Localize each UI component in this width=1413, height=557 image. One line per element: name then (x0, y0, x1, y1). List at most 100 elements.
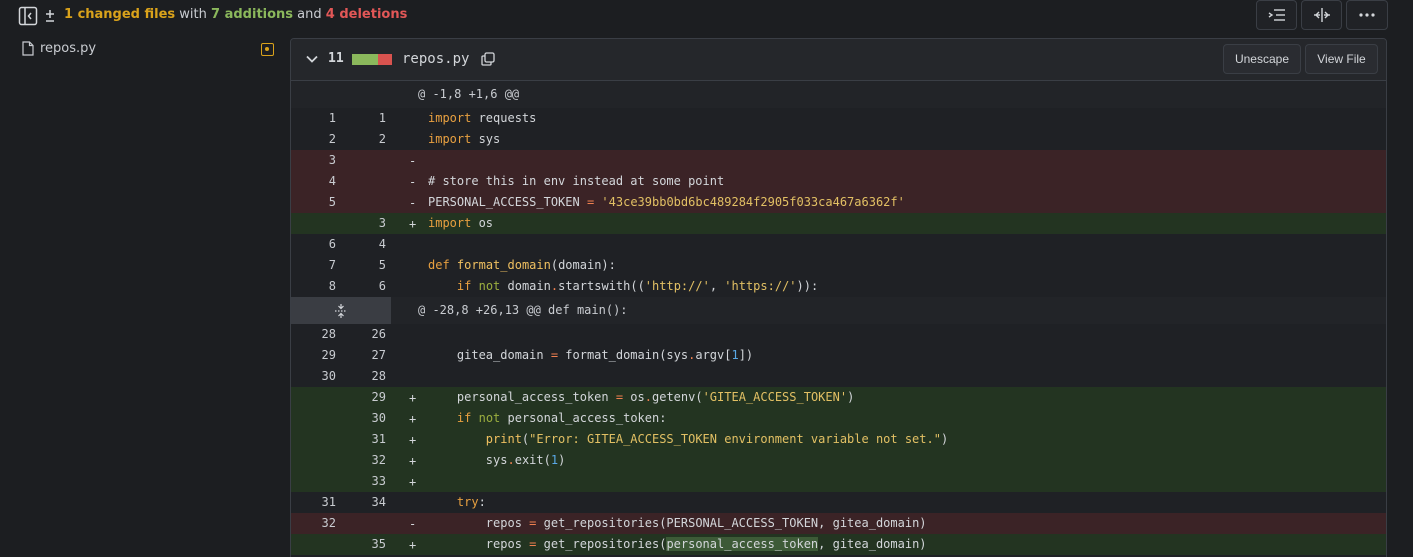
diff-line-deleted: 32 - repos = get_repositories(PERSONAL_A… (291, 513, 1386, 534)
code-line: # store this in env instead at some poin… (428, 174, 725, 188)
diff-marker: + (409, 475, 417, 489)
hunk-header-text: @ -28,8 +26,13 @@ def main(): (418, 303, 628, 317)
old-line-number[interactable]: 29 (291, 345, 336, 366)
diff-marker: - (409, 154, 417, 168)
old-line-number[interactable]: 32 (291, 513, 336, 534)
new-line-number[interactable]: 1 (341, 108, 386, 129)
code-line: personal_access_token = os.getenv('GITEA… (428, 390, 855, 404)
diff-line-added: 32 + sys.exit(1) (291, 450, 1386, 471)
diff-marker: + (409, 538, 417, 552)
old-line-number[interactable]: 4 (291, 171, 336, 192)
split-view-button[interactable] (1301, 0, 1342, 30)
diff-line-added: 30 + if not personal_access_token: (291, 408, 1386, 429)
new-line-number[interactable]: 31 (341, 429, 386, 450)
new-line-number[interactable]: 28 (341, 366, 386, 387)
diff-line-deleted: 5 - PERSONAL_ACCESS_TOKEN = '43ce39bb0bd… (291, 192, 1386, 213)
diff-line: 31 34 try: (291, 492, 1386, 513)
diff-marker: + (409, 391, 417, 405)
diff-line-added: 35 + repos = get_repositories(personal_a… (291, 534, 1386, 555)
diff-line: 8 6 if not domain.startswith(('http://',… (291, 276, 1386, 297)
diff-line: 28 26 (291, 324, 1386, 345)
code-line: def format_domain(domain): (428, 258, 616, 272)
show-whitespace-button[interactable] (1256, 0, 1297, 30)
diff-line: 29 27 gitea_domain = format_domain(sys.a… (291, 345, 1386, 366)
new-line-number[interactable]: 29 (341, 387, 386, 408)
old-line-number[interactable]: 2 (291, 129, 336, 150)
old-line-number[interactable]: 28 (291, 324, 336, 345)
diff-line-added: 31 + print("Error: GITEA_ACCESS_TOKEN en… (291, 429, 1386, 450)
old-line-number[interactable]: 6 (291, 234, 336, 255)
diff-marker: + (409, 217, 417, 231)
new-line-number[interactable]: 32 (341, 450, 386, 471)
new-line-number[interactable]: 30 (341, 408, 386, 429)
deletions-count: 4 deletions (325, 7, 408, 22)
diff-line: 2 2 import sys (291, 129, 1386, 150)
diff-marker: + (409, 454, 417, 468)
new-line-number[interactable]: 34 (341, 492, 386, 513)
diff-line-deleted: 4 - # store this in env instead at some … (291, 171, 1386, 192)
view-file-button[interactable]: View File (1305, 44, 1378, 74)
code-line: PERSONAL_ACCESS_TOKEN = '43ce39bb0bd6bc4… (428, 195, 905, 209)
new-line-number[interactable]: 3 (341, 213, 386, 234)
diff-line: 30 28 (291, 366, 1386, 387)
file-tree-item[interactable]: repos.py (22, 41, 96, 56)
hunk-header: @ -1,8 +1,6 @@ (291, 81, 1386, 108)
code-line: try: (456, 495, 486, 509)
code-line: print("Error: GITEA_ACCESS_TOKEN environ… (485, 432, 949, 446)
code-line: repos = get_repositories(PERSONAL_ACCESS… (428, 516, 927, 530)
code-line: import sys (428, 132, 501, 146)
hunk-header-text: @ -1,8 +1,6 @@ (418, 87, 520, 101)
old-line-number[interactable]: 31 (291, 492, 336, 513)
diff-line-deleted: 3 - (291, 150, 1386, 171)
diff-line: 7 5 def format_domain(domain): (291, 255, 1386, 276)
diff-marker: - (409, 175, 417, 189)
diff-stat-bar (352, 54, 392, 65)
diff-marker: - (409, 517, 417, 531)
summary-and: and (293, 7, 326, 22)
code-line: if not domain.startswith(('http://', 'ht… (456, 279, 819, 293)
code-line: repos = get_repositories(personal_access… (428, 537, 927, 551)
old-line-number[interactable]: 5 (291, 192, 336, 213)
old-line-number[interactable]: 1 (291, 108, 336, 129)
new-line-number[interactable]: 27 (341, 345, 386, 366)
file-icon (22, 41, 34, 56)
file-diff-header: 11 repos.py Unescape View File (291, 39, 1386, 81)
new-line-number[interactable]: 6 (341, 276, 386, 297)
diff-line-count: 11 (328, 51, 344, 66)
old-line-number[interactable]: 3 (291, 150, 336, 171)
new-line-number[interactable]: 35 (341, 534, 386, 555)
code-line: import os (428, 216, 494, 230)
diff-line: 6 4 (291, 234, 1386, 255)
diff-line-added: 33 + (291, 471, 1386, 492)
hunk-header: @ -28,8 +26,13 @@ def main(): (291, 297, 1386, 324)
new-line-number[interactable]: 26 (341, 324, 386, 345)
old-line-number[interactable]: 30 (291, 366, 336, 387)
old-line-number[interactable]: 8 (291, 276, 336, 297)
copy-path-icon[interactable] (481, 52, 495, 70)
unfold-icon (335, 303, 347, 318)
diff-file-name[interactable]: repos.py (402, 51, 469, 67)
toggle-file-tree-icon[interactable] (17, 5, 39, 27)
file-tree-item-label: repos.py (40, 41, 97, 56)
diff-marker: + (409, 433, 417, 447)
expand-lines-button[interactable] (291, 297, 391, 324)
file-diff: 11 repos.py Unescape View File @ -1,8 +1… (290, 38, 1387, 557)
diff-line-added: 29 + personal_access_token = os.getenv('… (291, 387, 1386, 408)
diff-line-added: 3 + import os (291, 213, 1386, 234)
file-modified-icon (261, 43, 274, 56)
code-line: if not personal_access_token: (456, 411, 667, 425)
new-line-number[interactable]: 4 (341, 234, 386, 255)
changed-files-count[interactable]: 1 changed files (64, 7, 175, 22)
diff-line: 1 1 import requests (291, 108, 1386, 129)
new-line-number[interactable]: 2 (341, 129, 386, 150)
code-line: import requests (428, 111, 537, 125)
diff-summary: 1 changed files with 7 additions and 4 d… (64, 7, 407, 22)
plus-minus-icon (39, 5, 61, 27)
chevron-down-icon[interactable] (305, 52, 319, 70)
new-line-number[interactable]: 5 (341, 255, 386, 276)
unescape-button[interactable]: Unescape (1223, 44, 1301, 74)
new-line-number[interactable]: 33 (341, 471, 386, 492)
more-options-button[interactable] (1346, 0, 1388, 30)
diff-marker: - (409, 196, 417, 210)
old-line-number[interactable]: 7 (291, 255, 336, 276)
